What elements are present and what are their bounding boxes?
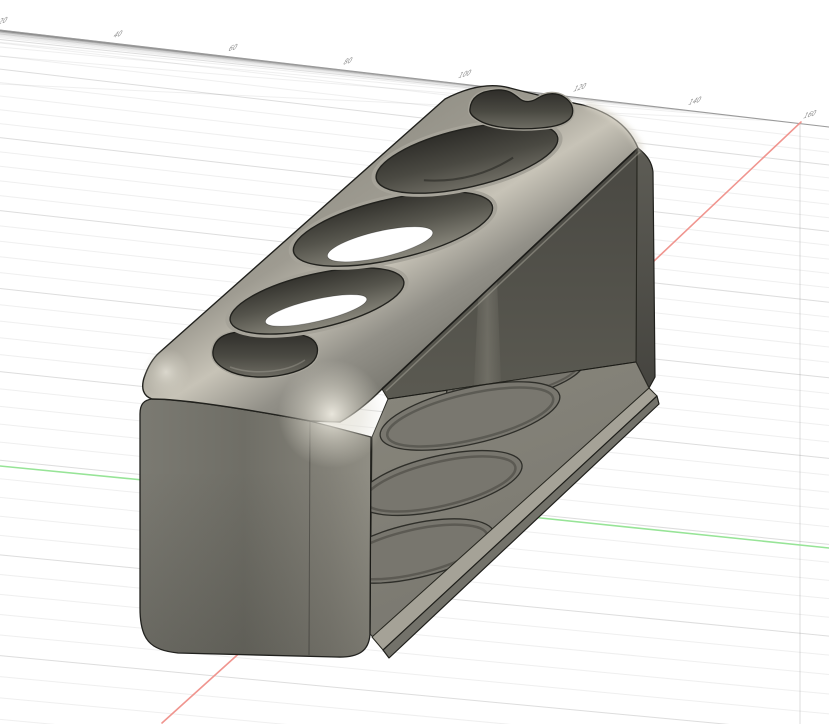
cad-viewport[interactable]: 20406080100120140160 [0, 0, 829, 724]
scene-svg: 20406080100120140160 [0, 0, 829, 724]
corner-highlight-left [142, 348, 190, 396]
rack-right-outer-face[interactable] [636, 148, 655, 388]
corner-highlight-front [278, 360, 386, 468]
